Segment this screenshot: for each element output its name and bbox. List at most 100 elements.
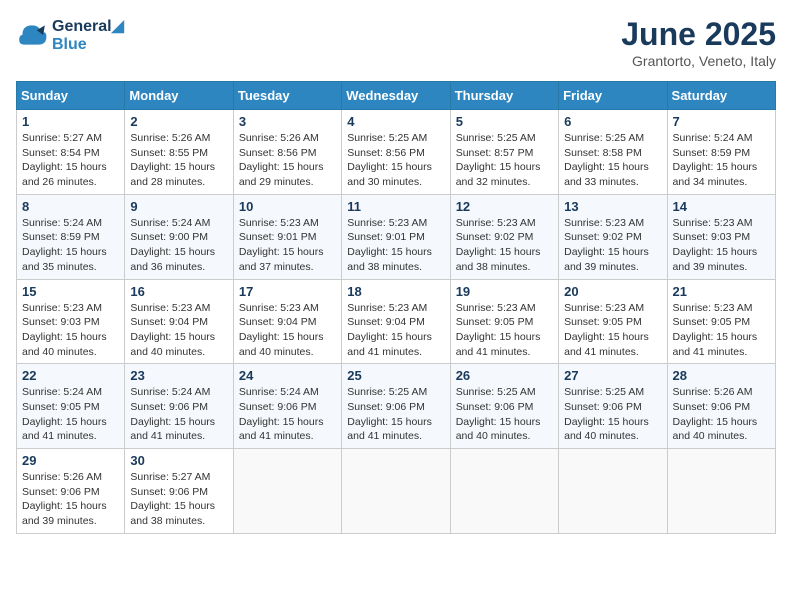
day-info: Sunrise: 5:23 AMSunset: 9:01 PMDaylight:…	[239, 216, 336, 275]
weekday-header-saturday: Saturday	[667, 82, 775, 110]
day-number: 2	[130, 114, 227, 129]
calendar-cell	[559, 449, 667, 534]
day-info: Sunrise: 5:24 AMSunset: 8:59 PMDaylight:…	[673, 131, 770, 190]
day-number: 24	[239, 368, 336, 383]
day-number: 3	[239, 114, 336, 129]
calendar-cell: 23 Sunrise: 5:24 AMSunset: 9:06 PMDaylig…	[125, 364, 233, 449]
calendar-week-1: 1 Sunrise: 5:27 AMSunset: 8:54 PMDayligh…	[17, 110, 776, 195]
day-number: 21	[673, 284, 770, 299]
day-number: 19	[456, 284, 553, 299]
weekday-header-sunday: Sunday	[17, 82, 125, 110]
day-info: Sunrise: 5:24 AMSunset: 9:05 PMDaylight:…	[22, 385, 119, 444]
day-info: Sunrise: 5:23 AMSunset: 9:05 PMDaylight:…	[564, 301, 661, 360]
day-number: 29	[22, 453, 119, 468]
calendar-cell: 28 Sunrise: 5:26 AMSunset: 9:06 PMDaylig…	[667, 364, 775, 449]
day-number: 16	[130, 284, 227, 299]
weekday-header-thursday: Thursday	[450, 82, 558, 110]
weekday-header-tuesday: Tuesday	[233, 82, 341, 110]
day-info: Sunrise: 5:27 AMSunset: 8:54 PMDaylight:…	[22, 131, 119, 190]
logo-text: General◢ Blue	[52, 16, 124, 54]
calendar-cell: 8 Sunrise: 5:24 AMSunset: 8:59 PMDayligh…	[17, 194, 125, 279]
calendar-cell	[667, 449, 775, 534]
day-number: 6	[564, 114, 661, 129]
day-number: 23	[130, 368, 227, 383]
day-number: 28	[673, 368, 770, 383]
day-number: 10	[239, 199, 336, 214]
day-info: Sunrise: 5:26 AMSunset: 9:06 PMDaylight:…	[673, 385, 770, 444]
calendar-cell: 9 Sunrise: 5:24 AMSunset: 9:00 PMDayligh…	[125, 194, 233, 279]
calendar-cell: 24 Sunrise: 5:24 AMSunset: 9:06 PMDaylig…	[233, 364, 341, 449]
day-info: Sunrise: 5:24 AMSunset: 9:00 PMDaylight:…	[130, 216, 227, 275]
calendar-cell: 29 Sunrise: 5:26 AMSunset: 9:06 PMDaylig…	[17, 449, 125, 534]
calendar-cell: 16 Sunrise: 5:23 AMSunset: 9:04 PMDaylig…	[125, 279, 233, 364]
calendar-cell: 26 Sunrise: 5:25 AMSunset: 9:06 PMDaylig…	[450, 364, 558, 449]
calendar-cell: 25 Sunrise: 5:25 AMSunset: 9:06 PMDaylig…	[342, 364, 450, 449]
calendar-cell: 18 Sunrise: 5:23 AMSunset: 9:04 PMDaylig…	[342, 279, 450, 364]
day-info: Sunrise: 5:23 AMSunset: 9:03 PMDaylight:…	[673, 216, 770, 275]
day-number: 7	[673, 114, 770, 129]
calendar-cell: 11 Sunrise: 5:23 AMSunset: 9:01 PMDaylig…	[342, 194, 450, 279]
calendar-cell: 19 Sunrise: 5:23 AMSunset: 9:05 PMDaylig…	[450, 279, 558, 364]
weekday-header-wednesday: Wednesday	[342, 82, 450, 110]
day-number: 12	[456, 199, 553, 214]
day-info: Sunrise: 5:25 AMSunset: 9:06 PMDaylight:…	[347, 385, 444, 444]
calendar-week-3: 15 Sunrise: 5:23 AMSunset: 9:03 PMDaylig…	[17, 279, 776, 364]
day-info: Sunrise: 5:23 AMSunset: 9:02 PMDaylight:…	[564, 216, 661, 275]
calendar-cell: 5 Sunrise: 5:25 AMSunset: 8:57 PMDayligh…	[450, 110, 558, 195]
day-info: Sunrise: 5:23 AMSunset: 9:01 PMDaylight:…	[347, 216, 444, 275]
calendar-cell: 14 Sunrise: 5:23 AMSunset: 9:03 PMDaylig…	[667, 194, 775, 279]
day-info: Sunrise: 5:24 AMSunset: 9:06 PMDaylight:…	[239, 385, 336, 444]
day-info: Sunrise: 5:25 AMSunset: 8:58 PMDaylight:…	[564, 131, 661, 190]
calendar-cell: 15 Sunrise: 5:23 AMSunset: 9:03 PMDaylig…	[17, 279, 125, 364]
calendar-week-5: 29 Sunrise: 5:26 AMSunset: 9:06 PMDaylig…	[17, 449, 776, 534]
location: Grantorto, Veneto, Italy	[621, 53, 776, 69]
day-info: Sunrise: 5:27 AMSunset: 9:06 PMDaylight:…	[130, 470, 227, 529]
day-number: 4	[347, 114, 444, 129]
day-info: Sunrise: 5:23 AMSunset: 9:02 PMDaylight:…	[456, 216, 553, 275]
calendar-cell: 7 Sunrise: 5:24 AMSunset: 8:59 PMDayligh…	[667, 110, 775, 195]
calendar-cell: 17 Sunrise: 5:23 AMSunset: 9:04 PMDaylig…	[233, 279, 341, 364]
weekday-header-friday: Friday	[559, 82, 667, 110]
day-info: Sunrise: 5:23 AMSunset: 9:05 PMDaylight:…	[456, 301, 553, 360]
calendar-cell: 2 Sunrise: 5:26 AMSunset: 8:55 PMDayligh…	[125, 110, 233, 195]
calendar-cell: 20 Sunrise: 5:23 AMSunset: 9:05 PMDaylig…	[559, 279, 667, 364]
day-info: Sunrise: 5:25 AMSunset: 9:06 PMDaylight:…	[456, 385, 553, 444]
calendar-cell	[450, 449, 558, 534]
day-info: Sunrise: 5:24 AMSunset: 8:59 PMDaylight:…	[22, 216, 119, 275]
day-info: Sunrise: 5:23 AMSunset: 9:04 PMDaylight:…	[130, 301, 227, 360]
day-number: 8	[22, 199, 119, 214]
day-info: Sunrise: 5:26 AMSunset: 8:55 PMDaylight:…	[130, 131, 227, 190]
month-title: June 2025	[621, 16, 776, 53]
day-info: Sunrise: 5:25 AMSunset: 9:06 PMDaylight:…	[564, 385, 661, 444]
calendar-cell: 12 Sunrise: 5:23 AMSunset: 9:02 PMDaylig…	[450, 194, 558, 279]
day-number: 22	[22, 368, 119, 383]
day-info: Sunrise: 5:26 AMSunset: 8:56 PMDaylight:…	[239, 131, 336, 190]
calendar-cell: 21 Sunrise: 5:23 AMSunset: 9:05 PMDaylig…	[667, 279, 775, 364]
day-info: Sunrise: 5:24 AMSunset: 9:06 PMDaylight:…	[130, 385, 227, 444]
day-number: 17	[239, 284, 336, 299]
day-number: 26	[456, 368, 553, 383]
calendar-cell: 1 Sunrise: 5:27 AMSunset: 8:54 PMDayligh…	[17, 110, 125, 195]
calendar-cell: 10 Sunrise: 5:23 AMSunset: 9:01 PMDaylig…	[233, 194, 341, 279]
day-number: 13	[564, 199, 661, 214]
logo: General◢ Blue	[16, 16, 124, 54]
weekday-header-monday: Monday	[125, 82, 233, 110]
calendar-cell: 27 Sunrise: 5:25 AMSunset: 9:06 PMDaylig…	[559, 364, 667, 449]
calendar-cell	[233, 449, 341, 534]
calendar-table: SundayMondayTuesdayWednesdayThursdayFrid…	[16, 81, 776, 534]
day-info: Sunrise: 5:23 AMSunset: 9:04 PMDaylight:…	[239, 301, 336, 360]
calendar-cell	[342, 449, 450, 534]
logo-icon	[16, 19, 48, 51]
calendar-cell: 22 Sunrise: 5:24 AMSunset: 9:05 PMDaylig…	[17, 364, 125, 449]
calendar-cell: 6 Sunrise: 5:25 AMSunset: 8:58 PMDayligh…	[559, 110, 667, 195]
day-number: 25	[347, 368, 444, 383]
day-info: Sunrise: 5:26 AMSunset: 9:06 PMDaylight:…	[22, 470, 119, 529]
day-number: 20	[564, 284, 661, 299]
day-number: 27	[564, 368, 661, 383]
day-info: Sunrise: 5:23 AMSunset: 9:04 PMDaylight:…	[347, 301, 444, 360]
calendar-cell: 3 Sunrise: 5:26 AMSunset: 8:56 PMDayligh…	[233, 110, 341, 195]
day-number: 15	[22, 284, 119, 299]
calendar-cell: 4 Sunrise: 5:25 AMSunset: 8:56 PMDayligh…	[342, 110, 450, 195]
day-number: 5	[456, 114, 553, 129]
day-number: 30	[130, 453, 227, 468]
